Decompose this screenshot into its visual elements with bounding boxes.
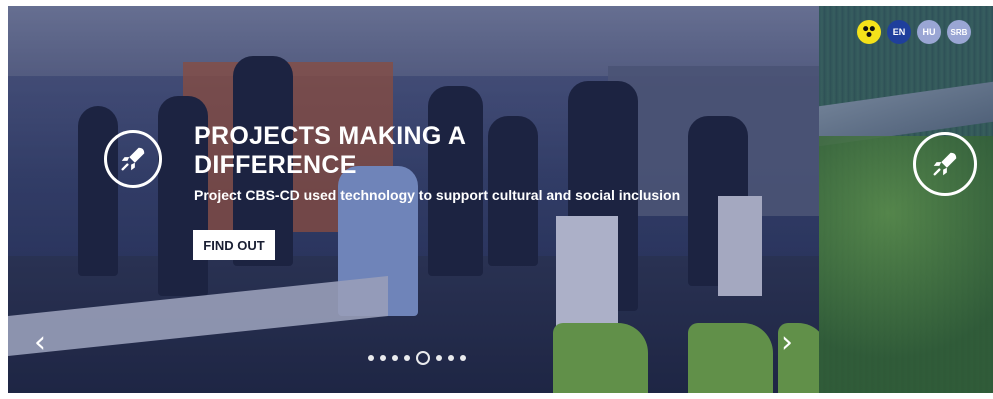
accessibility-icon-graphic [863, 26, 875, 37]
hero-headline: PROJECTS MAKING A DIFFERENCE [194, 122, 466, 179]
language-en-button[interactable]: EN [887, 20, 911, 44]
hero-slider: PROJECTS MAKING A DIFFERENCE Project CBS… [8, 6, 819, 393]
pagination-dot[interactable] [380, 355, 386, 361]
pagination-dot[interactable] [404, 355, 410, 361]
accessibility-icon[interactable] [857, 20, 881, 44]
pagination-dot[interactable] [368, 355, 374, 361]
hero-subline: Project CBS-CD used technology to suppor… [194, 187, 681, 203]
rocket-icon-graphic [933, 152, 957, 176]
pagination-dot[interactable] [460, 355, 466, 361]
next-slide-preview[interactable] [819, 6, 993, 393]
language-srb-button[interactable]: SRB [947, 20, 971, 44]
page: PROJECTS MAKING A DIFFERENCE Project CBS… [0, 0, 993, 399]
slider-pagination [368, 351, 466, 365]
pagination-dot[interactable] [392, 355, 398, 361]
find-out-button[interactable]: FIND OUT [193, 230, 275, 260]
prev-slide-arrow[interactable]: ‹ [34, 328, 46, 358]
rocket-icon [104, 130, 162, 188]
pagination-dot[interactable] [436, 355, 442, 361]
pagination-dot[interactable] [448, 355, 454, 361]
rocket-icon-graphic [121, 147, 145, 171]
pagination-dot-active[interactable] [416, 351, 430, 365]
rocket-icon [913, 132, 977, 196]
next-slide-arrow[interactable]: › [781, 328, 793, 358]
language-hu-button[interactable]: HU [917, 20, 941, 44]
